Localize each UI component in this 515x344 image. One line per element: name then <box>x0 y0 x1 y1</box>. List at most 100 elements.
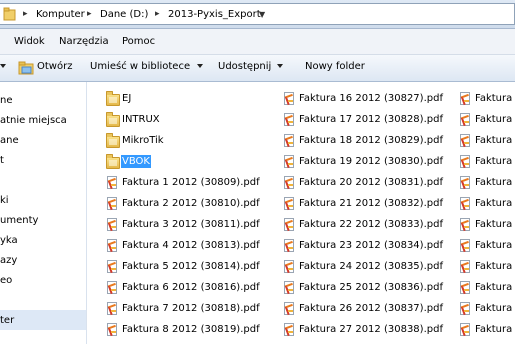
pdf-file-icon <box>458 91 472 106</box>
nav-item-computer[interactable]: ter <box>0 315 14 326</box>
item-label: Faktura <box>475 324 513 335</box>
nav-item[interactable]: ane <box>0 135 19 146</box>
menu-view[interactable]: Widok <box>14 36 45 47</box>
chevron-down-icon[interactable] <box>0 64 6 68</box>
nav-item[interactable]: umenty <box>0 215 38 226</box>
pdf-file-icon <box>105 175 119 190</box>
pdf-file-icon <box>282 280 296 295</box>
item-label: Faktura 23 2012 (30834).pdf <box>299 240 443 251</box>
pdf-file-icon <box>282 259 296 274</box>
item-label: Faktura 18 2012 (30829).pdf <box>299 135 443 146</box>
nav-item[interactable]: yka <box>0 235 18 246</box>
pdf-file-icon <box>458 133 472 148</box>
pdf-file-icon <box>458 196 472 211</box>
item-label: Faktura <box>475 135 513 146</box>
menu-tools[interactable]: Narzędzia <box>59 36 109 47</box>
nav-item[interactable]: eo <box>0 275 12 286</box>
pdf-file-icon <box>105 322 119 337</box>
chevron-down-icon[interactable] <box>197 64 203 68</box>
breadcrumb-drive[interactable]: Dane (D:) <box>100 9 148 20</box>
menu-bar: Widok Narzędzia Pomoc <box>0 29 515 55</box>
pdf-file-icon <box>282 238 296 253</box>
item-label: Faktura <box>475 261 513 272</box>
pdf-file-icon <box>282 133 296 148</box>
item-label: Faktura <box>475 198 513 209</box>
command-bar: Otwórz Umieść w bibliotece Udostępnij No… <box>0 55 515 82</box>
item-label: INTRUX <box>122 114 160 125</box>
item-label: Faktura 19 2012 (30830).pdf <box>299 156 443 167</box>
item-label: Faktura 26 2012 (30837).pdf <box>299 303 443 314</box>
folder-icon <box>105 154 120 169</box>
open-folder-icon <box>18 61 34 75</box>
pdf-file-icon <box>458 112 472 127</box>
pdf-file-icon <box>282 196 296 211</box>
include-in-library-button[interactable]: Umieść w bibliotece <box>90 61 190 72</box>
pdf-file-icon <box>458 217 472 232</box>
pdf-file-icon <box>282 154 296 169</box>
pdf-file-icon <box>105 238 119 253</box>
item-label: Faktura 6 2012 (30816).pdf <box>122 282 260 293</box>
chevron-down-icon[interactable]: ▼ <box>259 10 265 19</box>
item-label: Faktura 22 2012 (30833).pdf <box>299 219 443 230</box>
breadcrumb-separator-icon[interactable]: ▸ <box>87 9 92 19</box>
chevron-down-icon[interactable] <box>277 64 283 68</box>
address-field[interactable]: ▸ Komputer ▸ Dane (D:) ▸ 2013-Pyxis_Expo… <box>0 3 515 25</box>
pdf-file-icon <box>282 217 296 232</box>
navigation-pane: ne atnie miejsca ane t ki umenty yka azy… <box>0 82 87 344</box>
pdf-file-icon <box>105 259 119 274</box>
item-label: Faktura 24 2012 (30835).pdf <box>299 261 443 272</box>
item-label: Faktura 20 2012 (30831).pdf <box>299 177 443 188</box>
item-label: Faktura <box>475 177 513 188</box>
pdf-file-icon <box>282 322 296 337</box>
address-bar: ▸ Komputer ▸ Dane (D:) ▸ 2013-Pyxis_Expo… <box>0 0 515 29</box>
item-label: Faktura 17 2012 (30828).pdf <box>299 114 443 125</box>
item-label: Faktura 3 2012 (30811).pdf <box>122 219 260 230</box>
nav-item[interactable]: atnie miejsca <box>0 115 67 126</box>
pdf-file-icon <box>458 301 472 316</box>
item-label: Faktura <box>475 93 513 104</box>
item-label: Faktura <box>475 114 513 125</box>
pdf-file-icon <box>458 322 472 337</box>
pdf-file-icon <box>282 175 296 190</box>
pdf-file-icon <box>458 238 472 253</box>
item-label: Faktura 8 2012 (30819).pdf <box>122 324 260 335</box>
pdf-file-icon <box>105 196 119 211</box>
item-label: Faktura 25 2012 (30836).pdf <box>299 282 443 293</box>
nav-item[interactable]: ne <box>0 95 13 106</box>
pdf-file-icon <box>282 112 296 127</box>
item-label: Faktura <box>475 219 513 230</box>
folder-icon <box>105 91 120 106</box>
nav-item[interactable]: ki <box>0 195 9 206</box>
open-button[interactable]: Otwórz <box>37 61 72 72</box>
breadcrumb-folder[interactable]: 2013-Pyxis_Export <box>168 9 261 20</box>
breadcrumb-computer[interactable]: Komputer <box>36 9 85 20</box>
nav-item[interactable]: azy <box>0 255 17 266</box>
item-label: MikroTik <box>122 135 164 146</box>
pdf-file-icon <box>105 280 119 295</box>
pdf-file-icon <box>282 91 296 106</box>
pdf-file-icon <box>458 280 472 295</box>
item-label: EJ <box>122 93 132 104</box>
menu-help[interactable]: Pomoc <box>122 36 155 47</box>
pdf-file-icon <box>458 259 472 274</box>
item-label: Faktura <box>475 240 513 251</box>
item-label: Faktura <box>475 156 513 167</box>
new-folder-button[interactable]: Nowy folder <box>305 61 365 72</box>
breadcrumb-separator-icon[interactable]: ▸ <box>23 9 28 19</box>
item-label: Faktura 4 2012 (30813).pdf <box>122 240 260 251</box>
pdf-file-icon <box>105 301 119 316</box>
folder-icon <box>105 112 120 127</box>
item-label: Faktura 5 2012 (30814).pdf <box>122 261 260 272</box>
nav-item[interactable]: t <box>0 155 4 166</box>
item-label: Faktura <box>475 282 513 293</box>
breadcrumb-separator-icon[interactable]: ▸ <box>155 9 160 19</box>
pdf-file-icon <box>282 301 296 316</box>
item-label: VBOK <box>120 154 152 169</box>
pdf-file-icon <box>458 175 472 190</box>
item-label: Faktura 21 2012 (30832).pdf <box>299 198 443 209</box>
share-button[interactable]: Udostępnij <box>218 61 271 72</box>
item-label: Faktura 16 2012 (30827).pdf <box>299 93 443 104</box>
item-label: Faktura 7 2012 (30818).pdf <box>122 303 260 314</box>
folder-icon <box>105 133 120 148</box>
pdf-file-icon <box>458 154 472 169</box>
